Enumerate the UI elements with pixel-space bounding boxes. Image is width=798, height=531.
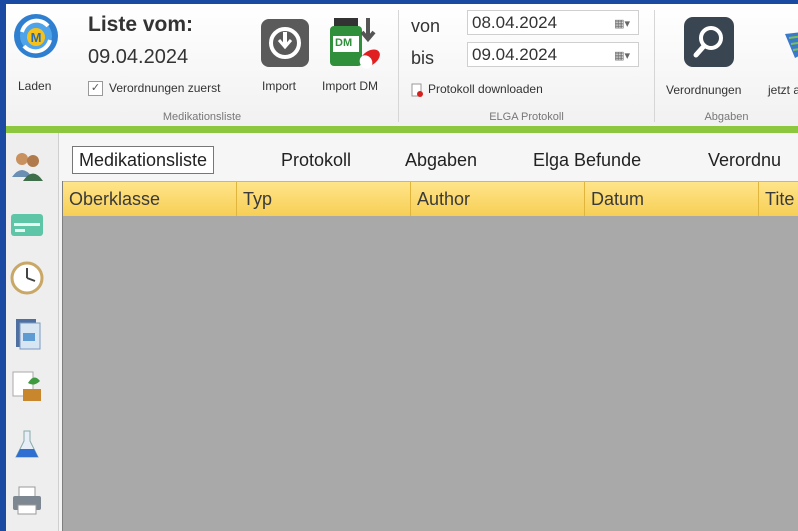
tab-abgaben[interactable]: Abgaben	[405, 147, 477, 173]
group-medikationsliste: M Laden Liste vom: 09.04.2024 ✓ Verordnu…	[6, 4, 398, 126]
list-date: 09.04.2024	[88, 46, 189, 68]
magnifier-icon	[684, 17, 734, 67]
jetzt-abgeben-button[interactable]	[781, 28, 798, 64]
bis-label: bis	[411, 48, 435, 68]
bis-date-field[interactable]: 09.04.2024 ▦▾	[467, 42, 639, 67]
refresh-logo-icon: M	[14, 14, 58, 58]
card-icon[interactable]	[10, 207, 44, 241]
dm-badge: DM	[335, 37, 353, 49]
plant-icon[interactable]	[10, 369, 44, 403]
group-label-abgaben: Abgaben	[704, 111, 749, 123]
tab-bar: Medikationsliste Protokoll Abgaben Elga …	[59, 133, 798, 181]
laden-label: Laden	[18, 79, 52, 93]
von-date-field[interactable]: 08.04.2024 ▦▾	[467, 10, 639, 35]
tab-medikationsliste[interactable]: Medikationsliste	[72, 146, 215, 174]
group-abgaben: Verordnungen jetzt a Abgaben	[655, 4, 798, 126]
table-body-empty	[63, 216, 798, 531]
checkbox-label: Verordnungen zuerst	[109, 81, 221, 95]
calendar-dropdown-icon[interactable]: ▦▾	[614, 17, 630, 30]
verordnungen-button[interactable]	[683, 16, 735, 68]
clock-icon[interactable]	[10, 261, 44, 295]
list-title: Liste vom:	[88, 13, 194, 36]
tab-elga-befunde[interactable]: Elga Befunde	[533, 147, 641, 173]
app-window: M Laden Liste vom: 09.04.2024 ✓ Verordnu…	[6, 4, 798, 531]
download-label: Protokoll downloaden	[428, 82, 543, 96]
group-elga-protokoll: von 08.04.2024 ▦▾ bis 09.04.2024 ▦▾ Prot…	[399, 4, 654, 126]
group-label-medikationsliste: Medikationsliste	[162, 111, 242, 123]
calendar-dropdown-icon[interactable]: ▦▾	[614, 49, 630, 62]
import-dm-button[interactable]: DM	[328, 14, 384, 72]
column-header-author[interactable]: Author	[411, 182, 585, 216]
shopping-cart-icon	[785, 32, 798, 58]
column-header-titel[interactable]: Tite	[759, 182, 798, 216]
verordnungen-label: Verordnungen	[666, 83, 742, 97]
von-label: von	[411, 16, 441, 36]
printer-icon[interactable]	[10, 483, 44, 517]
import-dm-label: Import DM	[322, 79, 379, 93]
verordnungen-zuerst-checkbox[interactable]: ✓	[88, 81, 103, 96]
bis-date-value: 09.04.2024	[472, 45, 558, 64]
table-header: Oberklasse Typ Author Datum Tite	[63, 181, 798, 217]
clock-download-icon	[261, 19, 309, 67]
ribbon-toolbar: M Laden Liste vom: 09.04.2024 ✓ Verordnu…	[6, 4, 798, 127]
patients-icon[interactable]	[10, 149, 44, 183]
svg-text:M: M	[31, 30, 42, 45]
accent-bar	[6, 126, 798, 133]
document-icon[interactable]	[10, 317, 44, 351]
tab-verordnungen[interactable]: Verordnu	[708, 147, 781, 173]
column-header-typ[interactable]: Typ	[237, 182, 411, 216]
laden-button[interactable]: M	[12, 12, 60, 60]
column-header-datum[interactable]: Datum	[585, 182, 759, 216]
tab-protokoll[interactable]: Protokoll	[281, 147, 351, 173]
group-label-elga: ELGA Protokoll	[489, 111, 564, 123]
column-header-oberklasse[interactable]: Oberklasse	[63, 182, 237, 216]
document-download-icon	[411, 83, 423, 97]
import-button[interactable]	[260, 18, 310, 68]
von-date-value: 08.04.2024	[472, 13, 558, 32]
jetzt-label: jetzt a	[768, 83, 798, 97]
flask-icon[interactable]	[10, 427, 44, 461]
side-toolbar	[6, 133, 59, 531]
import-label: Import	[262, 79, 297, 93]
